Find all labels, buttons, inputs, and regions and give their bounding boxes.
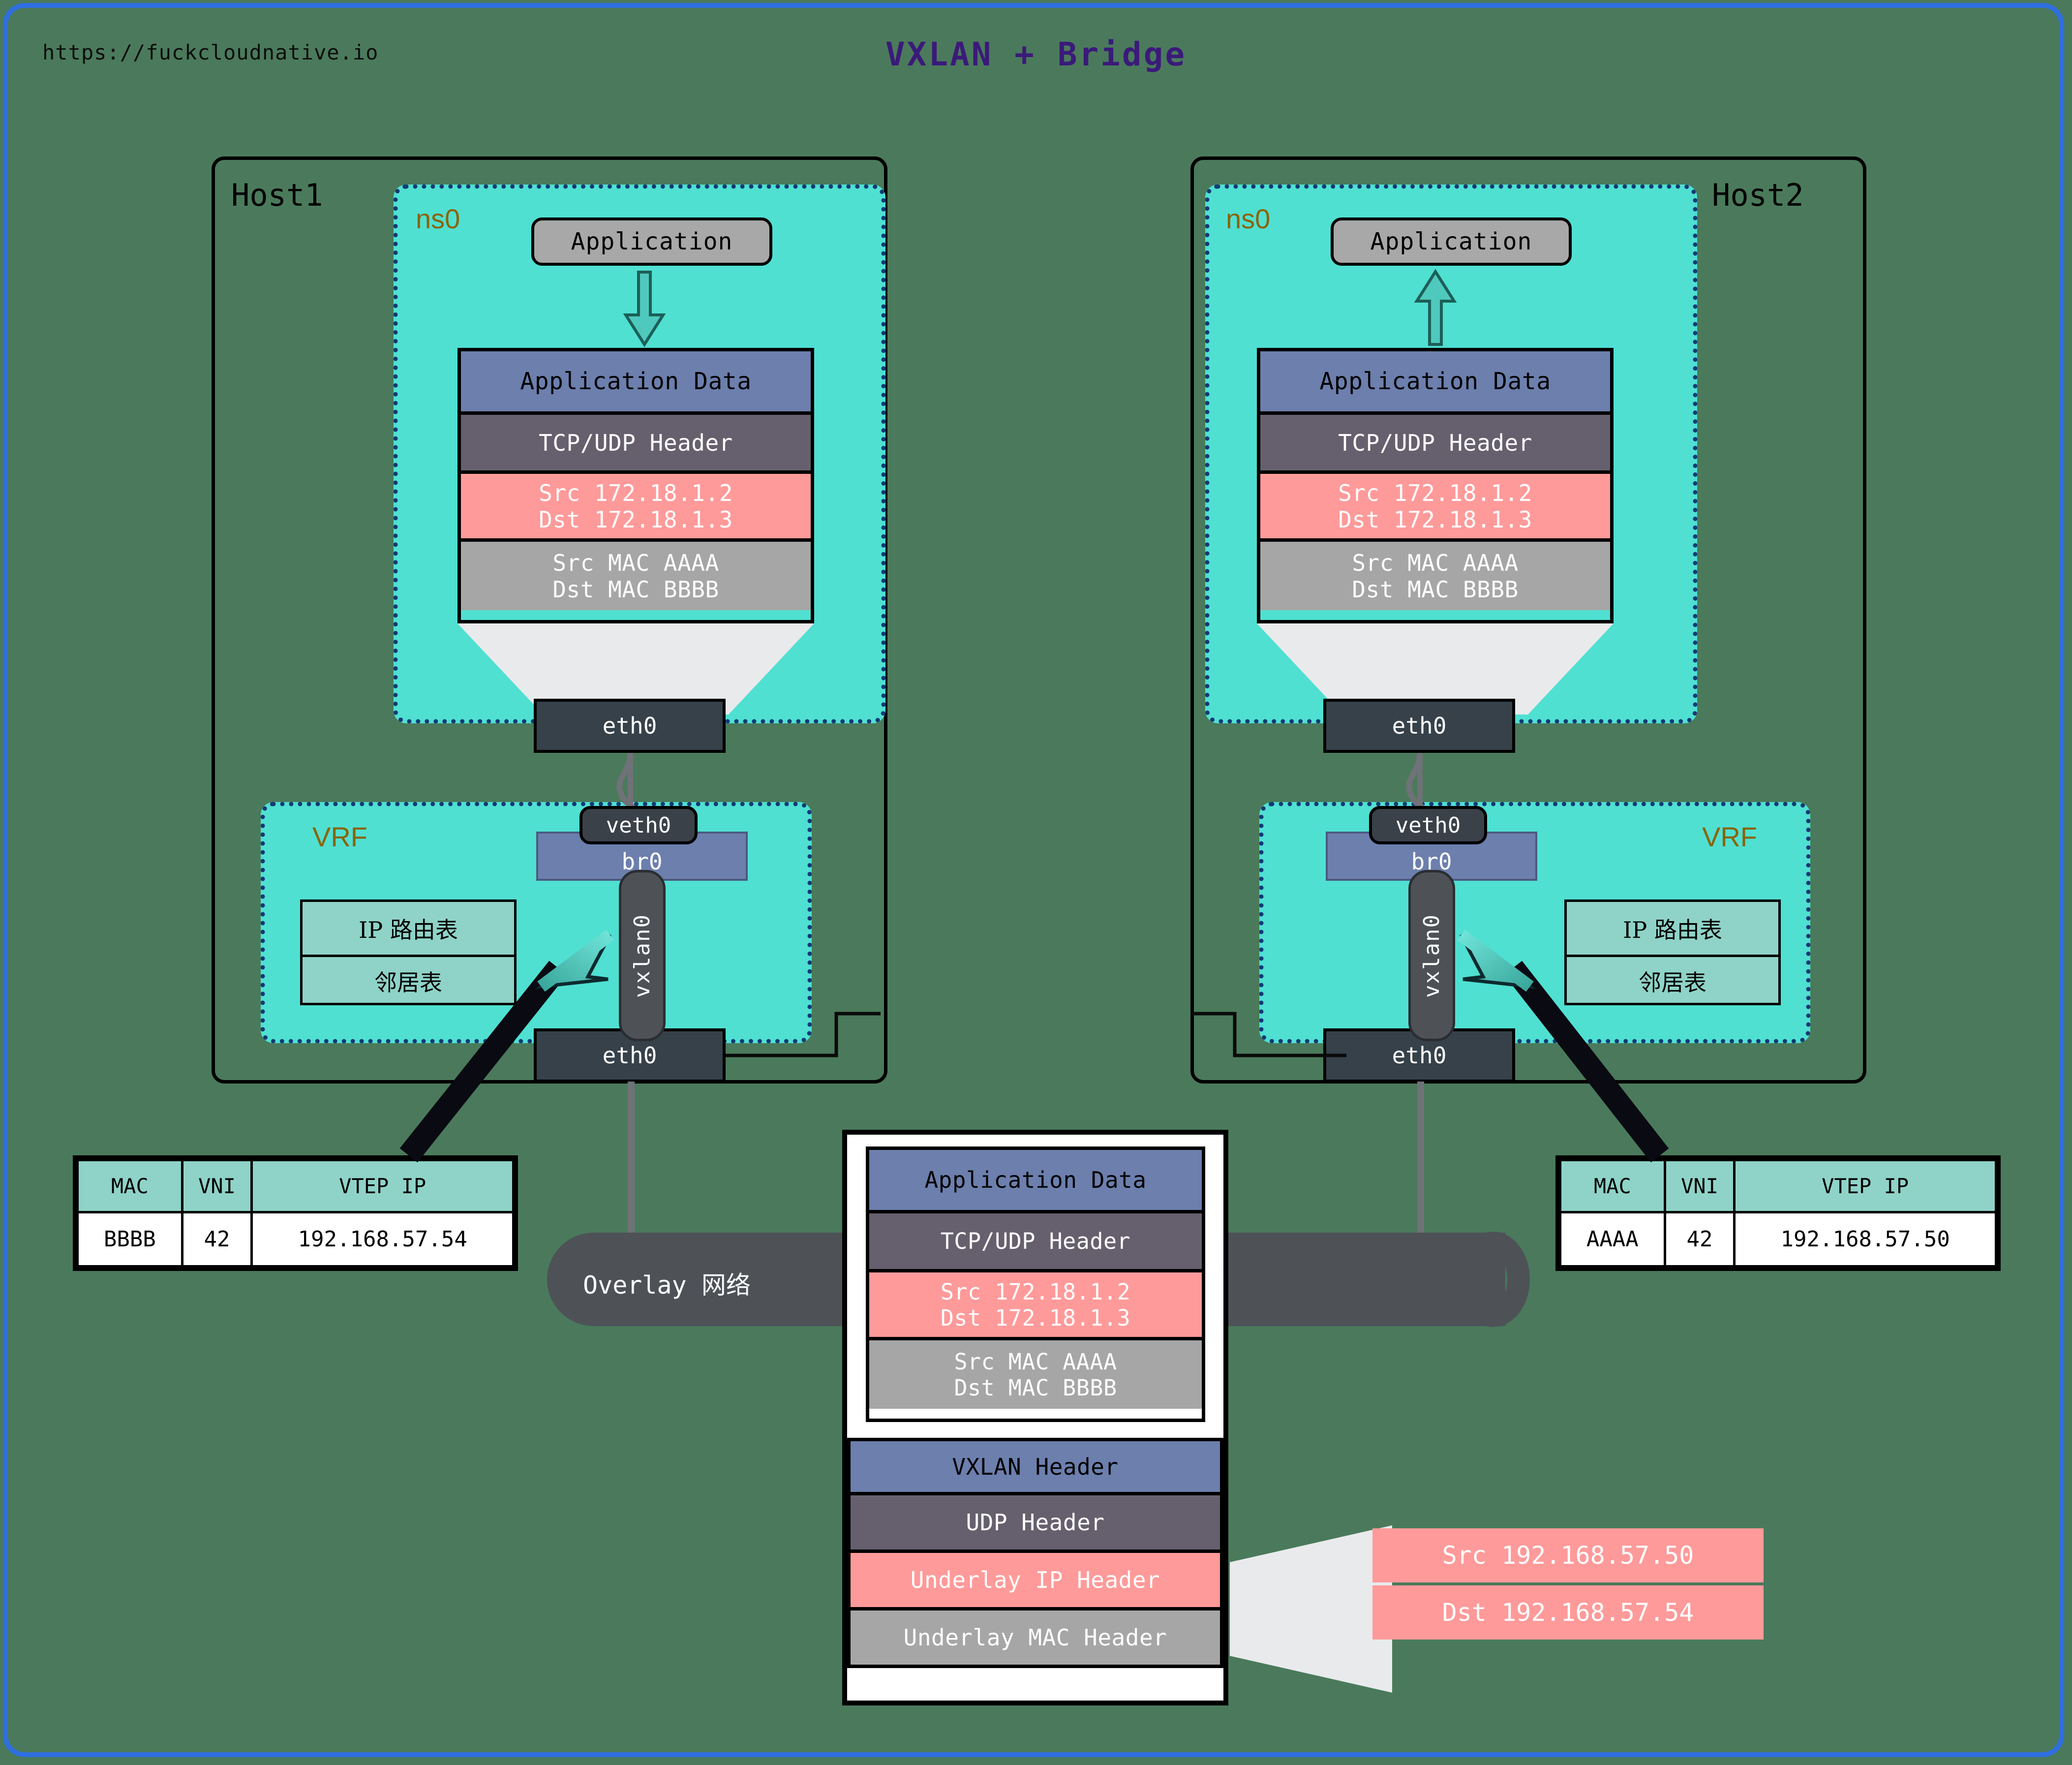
encap-underlay-mac-header: Underlay MAC Header — [847, 1610, 1223, 1668]
host2-veth-cable — [1417, 753, 1423, 808]
host2-vrf-route-table: IP 路由表 — [1623, 916, 1722, 943]
fdb-right-cell-vni: 42 — [1663, 1211, 1736, 1268]
fdb-left-header-vtep: VTEP IP — [250, 1158, 515, 1214]
fdb-table-host2: MAC VNI VTEP IP AAAA 42 192.168.57.50 — [1555, 1155, 2001, 1271]
host1-ns0-label: ns0 — [416, 203, 460, 234]
encap-vxlan-header: VXLAN Header — [847, 1438, 1223, 1495]
host2-packet-row-app: Application Data — [1260, 351, 1610, 411]
fdb-right-header-vni: VNI — [1663, 1158, 1736, 1214]
table-row: BBBB 42 192.168.57.54 — [76, 1211, 515, 1268]
host1-packet-row-tcp: TCP/UDP Header — [461, 411, 811, 470]
fdb-right-cell-vtep: 192.168.57.50 — [1733, 1211, 1997, 1268]
host1-vrf-neighbor-table: 邻居表 — [303, 955, 514, 1005]
overlay-network-label: Overlay 网络 — [583, 1271, 751, 1300]
fdb-right-header-mac: MAC — [1559, 1158, 1666, 1214]
fdb-left-cell-vni: 42 — [181, 1211, 253, 1268]
encap-udp-header: UDP Header — [847, 1495, 1223, 1553]
host2-vxlan0-label: vxlan0 — [1419, 913, 1444, 998]
encap-inner-ip-dst: Dst 172.18.1.3 — [940, 1304, 1131, 1331]
underlay-callout-src: Src 192.168.57.50 — [1372, 1528, 1764, 1582]
encap-inner-row-ip: Src 172.18.1.2 Dst 172.18.1.3 — [869, 1269, 1202, 1337]
host1-vrf-tables: IP 路由表 邻居表 — [300, 899, 517, 1005]
fdb-left-cell-mac: BBBB — [76, 1211, 183, 1268]
encap-underlay-ip-header: Underlay IP Header — [847, 1553, 1223, 1610]
host2-packet-stack: Application Data TCP/UDP Header Src 172.… — [1257, 348, 1614, 623]
host2-eth0-downlink — [1417, 1082, 1424, 1254]
host1-packet-mac-dst: Dst MAC BBBB — [552, 576, 719, 603]
host2-veth0[interactable]: veth0 — [1369, 806, 1487, 844]
host1-packet-ip-dst: Dst 172.18.1.3 — [539, 506, 733, 533]
host1-eth0-downlink — [628, 1082, 635, 1254]
host1-packet-row-ip: Src 172.18.1.2 Dst 172.18.1.3 — [461, 470, 811, 538]
host1-veth0[interactable]: veth0 — [579, 806, 698, 844]
host1-ns-eth0[interactable]: eth0 — [534, 699, 726, 753]
host2-packet-mac-dst: Dst MAC BBBB — [1352, 576, 1519, 603]
encap-inner-mac-dst: Dst MAC BBBB — [954, 1374, 1117, 1401]
encap-inner-ip-src: Src 172.18.1.2 — [940, 1278, 1131, 1305]
encap-inner-row-mac: Src MAC AAAA Dst MAC BBBB — [869, 1337, 1202, 1409]
host2-packet-row-mac: Src MAC AAAA Dst MAC BBBB — [1260, 538, 1610, 610]
fdb-left-header-mac: MAC — [76, 1158, 183, 1214]
host2-ns-eth0[interactable]: eth0 — [1323, 699, 1515, 753]
host1-application-box[interactable]: Application — [531, 217, 772, 266]
host2-application-box[interactable]: Application — [1331, 217, 1572, 266]
underlay-callout-wedge — [1230, 1525, 1392, 1693]
underlay-callout-dst: Dst 192.168.57.54 — [1372, 1585, 1764, 1640]
host1-vrf-route-table: IP 路由表 — [359, 916, 458, 943]
host1-packet-mac-src: Src MAC AAAA — [552, 549, 719, 576]
fdb-table-host1: MAC VNI VTEP IP BBBB 42 192.168.57.54 — [73, 1155, 518, 1271]
fdb-left-cell-vtep: 192.168.57.54 — [250, 1211, 515, 1268]
host1-label: Host1 — [231, 177, 323, 213]
host2-packet-mac-src: Src MAC AAAA — [1352, 549, 1519, 576]
page-title: VXLAN + Bridge — [885, 35, 1187, 73]
host2-packet-ip-src: Src 172.18.1.2 — [1338, 479, 1532, 506]
fdb-right-header-vtep: VTEP IP — [1733, 1158, 1997, 1214]
host1-packet-row-app: Application Data — [461, 351, 811, 411]
host1-packet-ip-src: Src 172.18.1.2 — [539, 479, 733, 506]
host1-packet-row-mac: Src MAC AAAA Dst MAC BBBB — [461, 538, 811, 610]
encap-inner-packet: Application Data TCP/UDP Header Src 172.… — [866, 1146, 1205, 1422]
host1-veth-cable — [628, 753, 633, 808]
host1-packet-stack: Application Data TCP/UDP Header Src 172.… — [457, 348, 814, 623]
host2-packet-ip-dst: Dst 172.18.1.3 — [1338, 506, 1532, 533]
encap-inner-row-tcp: TCP/UDP Header — [869, 1210, 1202, 1269]
host1-vxlan0-label: vxlan0 — [630, 913, 655, 998]
overlay-tube-right-opening — [1456, 1232, 1530, 1327]
encap-outer-headers: VXLAN Header UDP Header Underlay IP Head… — [847, 1438, 1223, 1701]
host2-label: Host2 — [1712, 177, 1804, 213]
host2-vxlan0[interactable]: vxlan0 — [1408, 870, 1455, 1041]
host1-vrf-label: VRF — [312, 821, 367, 852]
host1-vxlan0[interactable]: vxlan0 — [619, 870, 666, 1041]
table-row: AAAA 42 192.168.57.50 — [1559, 1211, 1997, 1268]
host2-ns0-label: ns0 — [1226, 203, 1271, 234]
fdb-left-header-vni: VNI — [181, 1158, 253, 1214]
host2-vrf-neighbor-table: 邻居表 — [1567, 955, 1778, 1005]
encap-inner-row-app: Application Data — [869, 1150, 1202, 1210]
host2-packet-row-tcp: TCP/UDP Header — [1260, 411, 1610, 470]
fdb-right-cell-mac: AAAA — [1559, 1211, 1666, 1268]
host2-packet-row-ip: Src 172.18.1.2 Dst 172.18.1.3 — [1260, 470, 1610, 538]
host2-vrf-label: VRF — [1702, 821, 1757, 852]
host2-vrf-tables: IP 路由表 邻居表 — [1564, 899, 1781, 1005]
encap-inner-mac-src: Src MAC AAAA — [954, 1348, 1117, 1375]
